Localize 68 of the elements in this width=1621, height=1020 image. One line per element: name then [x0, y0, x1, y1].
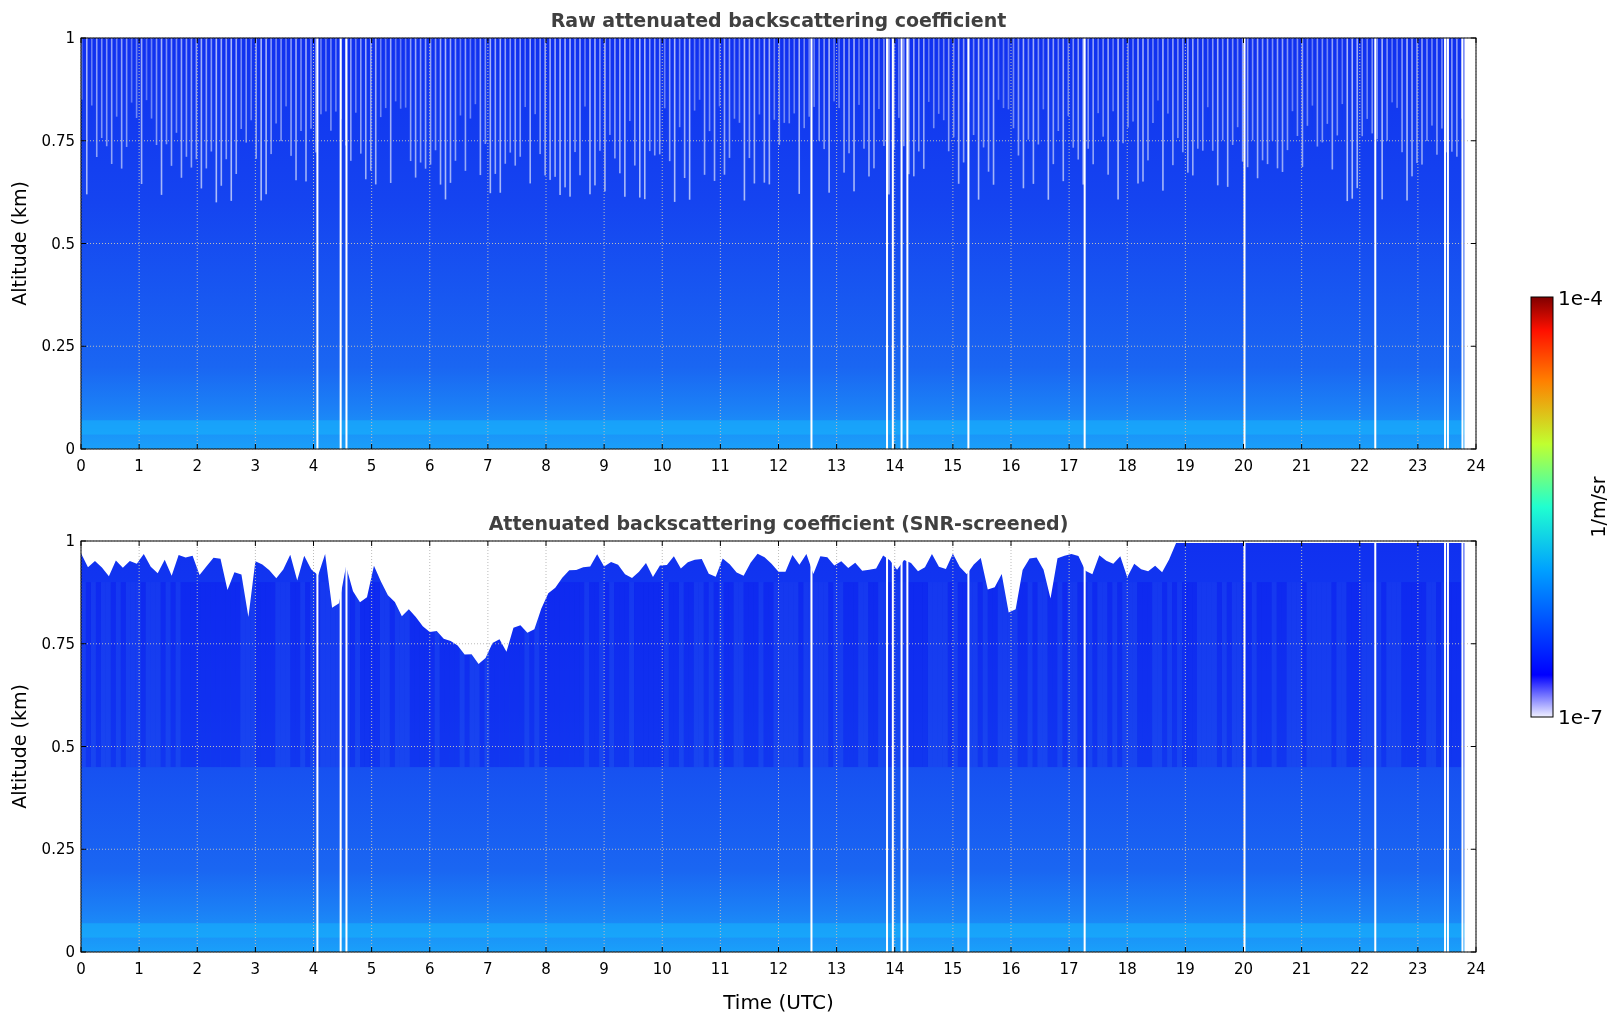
y-axis-label: Altitude (km) — [8, 181, 30, 306]
x-tick-label: 6 — [425, 457, 435, 475]
x-tick-label: 24 — [1466, 960, 1486, 978]
x-tick-label: 23 — [1408, 960, 1428, 978]
x-tick-label: 14 — [885, 457, 905, 475]
x-tick-label: 1 — [134, 960, 144, 978]
y-tick-label: 1 — [65, 532, 75, 550]
x-tick-label: 22 — [1350, 457, 1370, 475]
y-tick-label: 0 — [65, 943, 75, 961]
x-tick-label: 13 — [827, 457, 847, 475]
y-tick-label: 1 — [65, 29, 75, 47]
x-tick-label: 19 — [1175, 960, 1195, 978]
y-tick-label: 0.25 — [41, 337, 75, 356]
colorbar-max-label: 1e-4 — [1558, 286, 1603, 310]
colorbar-label: 1/m/sr — [1587, 476, 1609, 538]
x-tick-label: 23 — [1408, 457, 1428, 475]
x-tick-label: 7 — [483, 960, 493, 978]
x-tick-label: 15 — [943, 457, 963, 475]
x-tick-label: 21 — [1292, 457, 1312, 475]
colorbar-min-label: 1e-7 — [1558, 705, 1603, 729]
x-tick-label: 20 — [1233, 960, 1254, 978]
x-tick-label: 16 — [1001, 457, 1021, 475]
x-tick-label: 5 — [366, 457, 377, 475]
x-tick-label: 24 — [1466, 457, 1486, 475]
x-axis-label: Time (UTC) — [723, 990, 834, 1014]
x-tick-label: 22 — [1350, 960, 1370, 978]
x-tick-label: 2 — [192, 457, 202, 475]
x-tick-label: 1 — [134, 457, 144, 475]
y-tick-label: 0 — [65, 440, 75, 458]
x-tick-label: 0 — [76, 457, 86, 475]
plot-title: Raw attenuated backscattering coefficient — [550, 9, 1007, 31]
x-tick-label: 20 — [1233, 457, 1254, 475]
x-tick-label: 10 — [652, 960, 672, 978]
x-tick-label: 9 — [599, 457, 609, 475]
x-tick-label: 15 — [943, 960, 963, 978]
x-tick-label: 16 — [1001, 960, 1021, 978]
x-tick-label: 5 — [366, 960, 377, 978]
x-tick-label: 10 — [652, 457, 672, 475]
x-tick-label: 2 — [192, 960, 202, 978]
x-tick-label: 18 — [1117, 457, 1137, 475]
x-tick-label: 4 — [308, 960, 319, 978]
x-tick-label: 17 — [1059, 457, 1079, 475]
x-tick-label: 7 — [483, 457, 493, 475]
x-tick-label: 11 — [710, 457, 730, 475]
plot-title: Attenuated backscattering coefficient (SNR-screened) — [488, 512, 1069, 534]
x-tick-label: 19 — [1175, 457, 1195, 475]
x-tick-label: 6 — [425, 960, 435, 978]
y-axis-label: Altitude (km) — [8, 684, 30, 809]
x-tick-label: 0 — [76, 960, 86, 978]
x-tick-label: 3 — [250, 960, 261, 978]
x-tick-label: 3 — [250, 457, 261, 475]
x-tick-label: 4 — [308, 457, 319, 475]
x-tick-label: 17 — [1059, 960, 1079, 978]
y-tick-label: 0.75 — [41, 634, 75, 653]
x-tick-label: 13 — [827, 960, 847, 978]
y-tick-label: 0.75 — [41, 131, 75, 150]
x-tick-label: 8 — [541, 457, 551, 475]
x-tick-label: 8 — [541, 960, 551, 978]
x-tick-label: 9 — [599, 960, 609, 978]
x-tick-label: 12 — [768, 960, 789, 978]
x-tick-label: 14 — [885, 960, 905, 978]
y-tick-label: 0.5 — [51, 737, 75, 756]
y-tick-label: 0.25 — [41, 840, 75, 859]
x-tick-label: 11 — [710, 960, 730, 978]
x-tick-label: 12 — [768, 457, 789, 475]
x-tick-label: 21 — [1292, 960, 1312, 978]
y-tick-label: 0.5 — [51, 234, 75, 253]
x-tick-label: 18 — [1117, 960, 1137, 978]
